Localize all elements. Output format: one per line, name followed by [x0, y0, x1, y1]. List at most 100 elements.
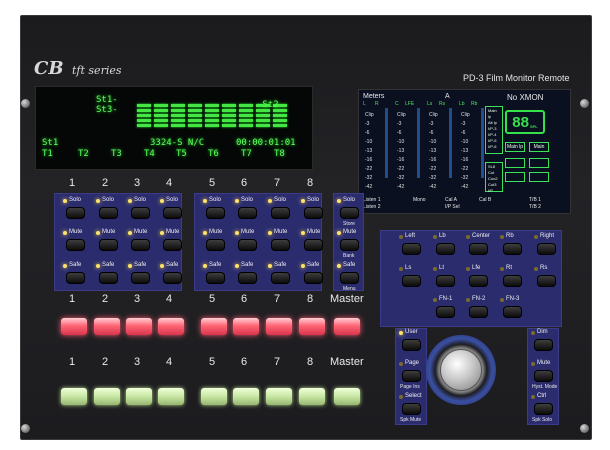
- channel-5-solo-button[interactable]: Solo: [200, 196, 230, 228]
- master-mute-button[interactable]: Mute Bank: [334, 228, 364, 260]
- master-solo-key[interactable]: [340, 207, 359, 219]
- master-bottom-key[interactable]: [334, 388, 360, 405]
- channel-6-bottom-key[interactable]: [233, 388, 259, 405]
- channel-8-mute-key[interactable]: [304, 239, 323, 251]
- channel-4-mute-key[interactable]: [163, 239, 182, 251]
- page-button-key[interactable]: [402, 370, 421, 382]
- volume-knob[interactable]: [426, 335, 496, 405]
- tft-input-item[interactable]: I/P-6: [488, 144, 500, 150]
- channel-2-solo-button[interactable]: Solo: [93, 196, 123, 228]
- dim-button[interactable]: Dim: [528, 328, 558, 360]
- tft-main-button[interactable]: Main: [529, 142, 549, 152]
- channel-3-select-key[interactable]: [126, 318, 152, 335]
- channel-5-select-key[interactable]: [201, 318, 227, 335]
- user-button[interactable]: User: [396, 328, 426, 360]
- channel-2-bottom-key[interactable]: [94, 388, 120, 405]
- channel-8-solo-button[interactable]: Solo: [298, 196, 328, 228]
- ctrl-button-key[interactable]: [534, 403, 553, 415]
- speaker-key[interactable]: [503, 306, 522, 318]
- speaker-lt-button[interactable]: Lt: [430, 264, 460, 296]
- channel-6-mute-key[interactable]: [238, 239, 257, 251]
- speaker-fn-1-button[interactable]: FN-1: [430, 295, 460, 327]
- channel-3-safe-key[interactable]: [131, 272, 150, 284]
- channel-4-safe-key[interactable]: [163, 272, 182, 284]
- channel-5-solo-key[interactable]: [206, 207, 225, 219]
- select-button-key[interactable]: [402, 403, 421, 415]
- channel-2-safe-key[interactable]: [99, 272, 118, 284]
- channel-8-safe-button[interactable]: Safe: [298, 261, 328, 293]
- channel-1-safe-key[interactable]: [66, 272, 85, 284]
- channel-3-mute-key[interactable]: [131, 239, 150, 251]
- tft-main-lp-button[interactable]: Main lp: [505, 142, 525, 152]
- channel-7-select-key[interactable]: [266, 318, 292, 335]
- channel-7-mute-key[interactable]: [271, 239, 290, 251]
- dim-button-key[interactable]: [534, 339, 553, 351]
- master-solo-button[interactable]: Solo Store: [334, 196, 364, 228]
- channel-1-mute-button[interactable]: Mute: [60, 228, 90, 260]
- speaker-fn-2-button[interactable]: FN-2: [463, 295, 493, 327]
- channel-7-safe-button[interactable]: Safe: [265, 261, 295, 293]
- channel-2-solo-key[interactable]: [99, 207, 118, 219]
- channel-6-safe-button[interactable]: Safe: [232, 261, 262, 293]
- speaker-lb-button[interactable]: Lb: [430, 232, 460, 264]
- channel-5-safe-button[interactable]: Safe: [200, 261, 230, 293]
- tft-slot-4[interactable]: [529, 172, 549, 182]
- tft-input-item[interactable]: Main lp: [488, 108, 500, 120]
- tft-slot-3[interactable]: [505, 172, 525, 182]
- channel-3-mute-button[interactable]: Mute: [125, 228, 155, 260]
- speaker-rt-button[interactable]: Rt: [497, 264, 527, 296]
- speaker-key[interactable]: [503, 275, 522, 287]
- speaker-rb-button[interactable]: Rb: [497, 232, 527, 264]
- channel-3-solo-button[interactable]: Solo: [125, 196, 155, 228]
- speaker-key[interactable]: [436, 306, 455, 318]
- channel-4-solo-button[interactable]: Solo: [157, 196, 187, 228]
- master-mute-key[interactable]: [340, 239, 359, 251]
- channel-6-mute-button[interactable]: Mute: [232, 228, 262, 260]
- ctrl-button[interactable]: Ctrl Spk Solo: [528, 392, 558, 424]
- mute-button-key[interactable]: [534, 370, 553, 382]
- channel-8-bottom-key[interactable]: [299, 388, 325, 405]
- channel-4-mute-button[interactable]: Mute: [157, 228, 187, 260]
- speaker-center-button[interactable]: Center: [463, 232, 493, 264]
- channel-3-solo-key[interactable]: [131, 207, 150, 219]
- page-button[interactable]: Page Page Ins: [396, 359, 426, 391]
- channel-7-bottom-key[interactable]: [266, 388, 292, 405]
- channel-4-safe-button[interactable]: Safe: [157, 261, 187, 293]
- channel-2-select-key[interactable]: [94, 318, 120, 335]
- speaker-right-button[interactable]: Right: [531, 232, 561, 264]
- channel-6-solo-key[interactable]: [238, 207, 257, 219]
- channel-6-solo-button[interactable]: Solo: [232, 196, 262, 228]
- channel-2-mute-button[interactable]: Mute: [93, 228, 123, 260]
- tft-side-item[interactable]: I/P: [488, 188, 500, 194]
- speaker-rs-button[interactable]: Rs: [531, 264, 561, 296]
- channel-7-solo-key[interactable]: [271, 207, 290, 219]
- channel-3-safe-button[interactable]: Safe: [125, 261, 155, 293]
- channel-6-safe-key[interactable]: [238, 272, 257, 284]
- master-select-key[interactable]: [334, 318, 360, 335]
- tft-slot-2[interactable]: [529, 158, 549, 168]
- volume-knob-cap[interactable]: [440, 349, 482, 391]
- channel-1-solo-key[interactable]: [66, 207, 85, 219]
- speaker-key[interactable]: [436, 243, 455, 255]
- user-button-key[interactable]: [402, 339, 421, 351]
- channel-4-select-key[interactable]: [158, 318, 184, 335]
- speaker-fn-3-button[interactable]: FN-3: [497, 295, 527, 327]
- master-safe-key[interactable]: [340, 272, 359, 284]
- channel-8-select-key[interactable]: [299, 318, 325, 335]
- channel-7-safe-key[interactable]: [271, 272, 290, 284]
- channel-7-mute-button[interactable]: Mute: [265, 228, 295, 260]
- channel-3-bottom-key[interactable]: [126, 388, 152, 405]
- speaker-key[interactable]: [469, 275, 488, 287]
- speaker-key[interactable]: [503, 243, 522, 255]
- channel-6-select-key[interactable]: [233, 318, 259, 335]
- speaker-key[interactable]: [537, 275, 556, 287]
- speaker-key[interactable]: [402, 275, 421, 287]
- select-button[interactable]: Select Spk Mute: [396, 392, 426, 424]
- channel-4-solo-key[interactable]: [163, 207, 182, 219]
- channel-8-safe-key[interactable]: [304, 272, 323, 284]
- channel-4-bottom-key[interactable]: [158, 388, 184, 405]
- speaker-key[interactable]: [402, 243, 421, 255]
- channel-5-mute-button[interactable]: Mute: [200, 228, 230, 260]
- speaker-key[interactable]: [436, 275, 455, 287]
- speaker-key[interactable]: [537, 243, 556, 255]
